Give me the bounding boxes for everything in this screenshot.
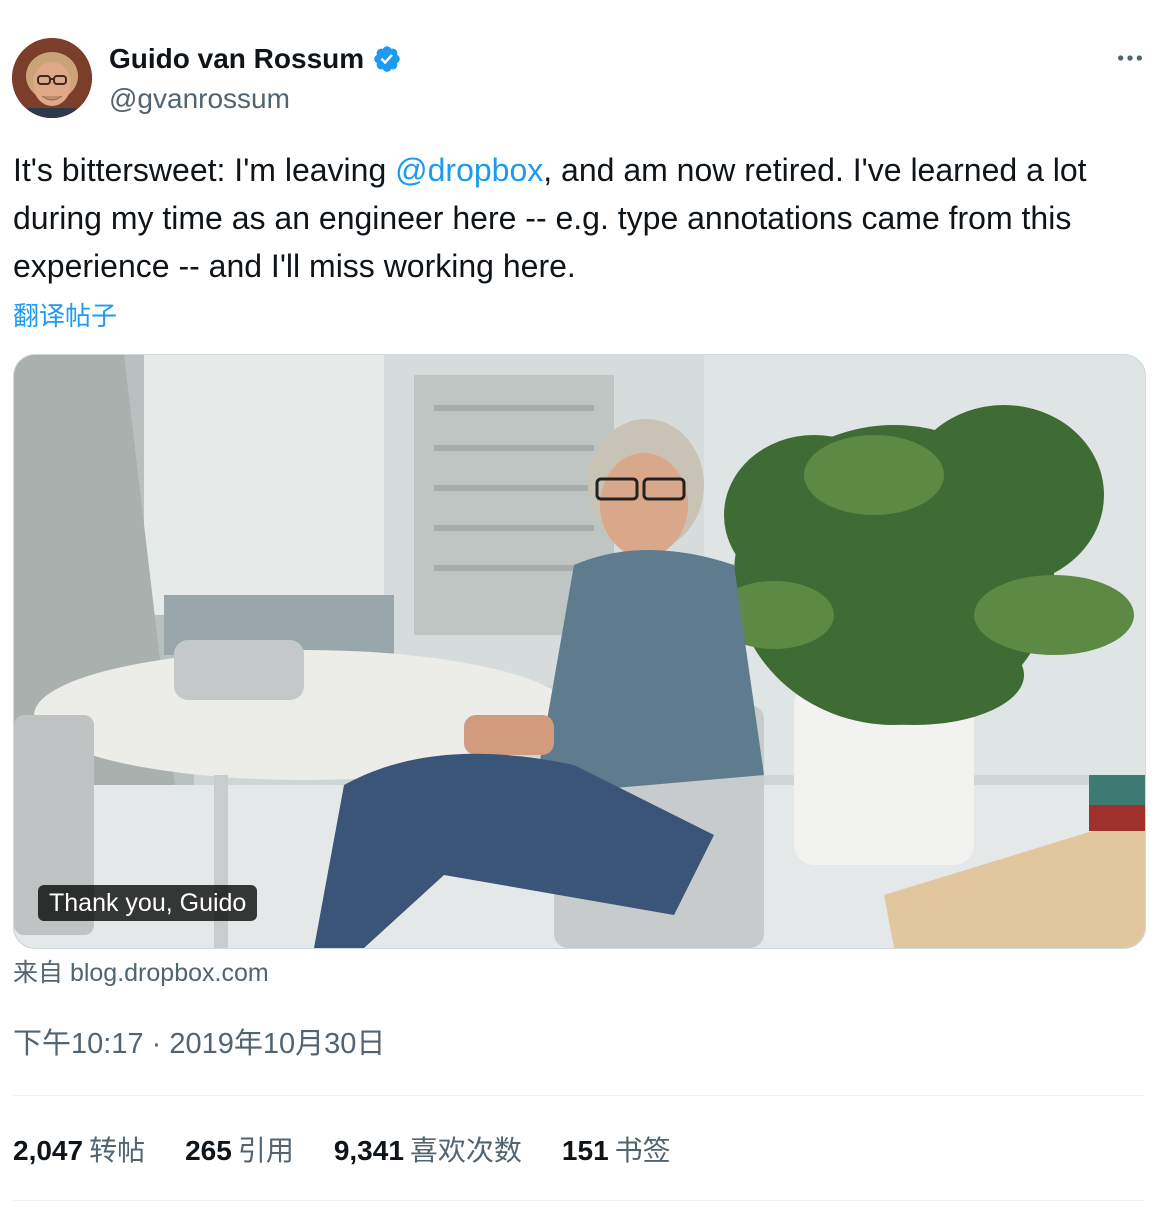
media-caption: Thank you, Guido (38, 885, 258, 921)
tweet-text-start: It's bittersweet: I'm leaving (13, 152, 396, 188)
avatar-portrait (12, 38, 92, 118)
divider (13, 1095, 1145, 1096)
photo-guido-at-table (14, 355, 1145, 948)
verified-badge-icon (372, 44, 402, 74)
author-name[interactable]: Guido van Rossum (109, 40, 364, 78)
stat-count: 9,341 (333, 1135, 404, 1166)
stat-count: 265 (185, 1135, 232, 1166)
engagement-stats: 2,047 转帖 265 引用 9,341 喜欢次数 151 书签 (13, 1129, 711, 1173)
stat-count: 2,047 (13, 1135, 84, 1166)
translate-post-link[interactable]: 翻译帖子 (13, 298, 117, 334)
stat-label: 书签 (614, 1135, 671, 1166)
more-horizontal-icon (1118, 55, 1142, 61)
stat-bookmarks[interactable]: 151 书签 (562, 1131, 671, 1171)
tweet-body: It's bittersweet: I'm leaving @dropbox, … (13, 146, 1153, 290)
tweet-timestamp[interactable]: 下午10:17 · 2019年10月30日 (13, 1024, 385, 1064)
stat-likes[interactable]: 9,341 喜欢次数 (334, 1131, 522, 1171)
avatar[interactable] (12, 38, 92, 118)
stat-count: 151 (561, 1135, 609, 1166)
tweet-header: Guido van Rossum @gvanrossum (12, 38, 1150, 120)
card-source[interactable]: 来自 blog.dropbox.com (13, 955, 269, 991)
media-card[interactable]: Thank you, Guido (13, 354, 1146, 949)
divider (13, 1200, 1145, 1201)
stat-label: 喜欢次数 (409, 1135, 522, 1166)
mention-link[interactable]: @dropbox (395, 152, 543, 188)
stat-label: 引用 (237, 1135, 294, 1166)
stat-retweets[interactable]: 2,047 转帖 (13, 1131, 145, 1171)
stat-label: 转帖 (89, 1135, 146, 1166)
author-handle[interactable]: @gvanrossum (109, 80, 402, 118)
stat-quotes[interactable]: 265 引用 (185, 1131, 294, 1171)
more-options-button[interactable] (1110, 40, 1150, 76)
